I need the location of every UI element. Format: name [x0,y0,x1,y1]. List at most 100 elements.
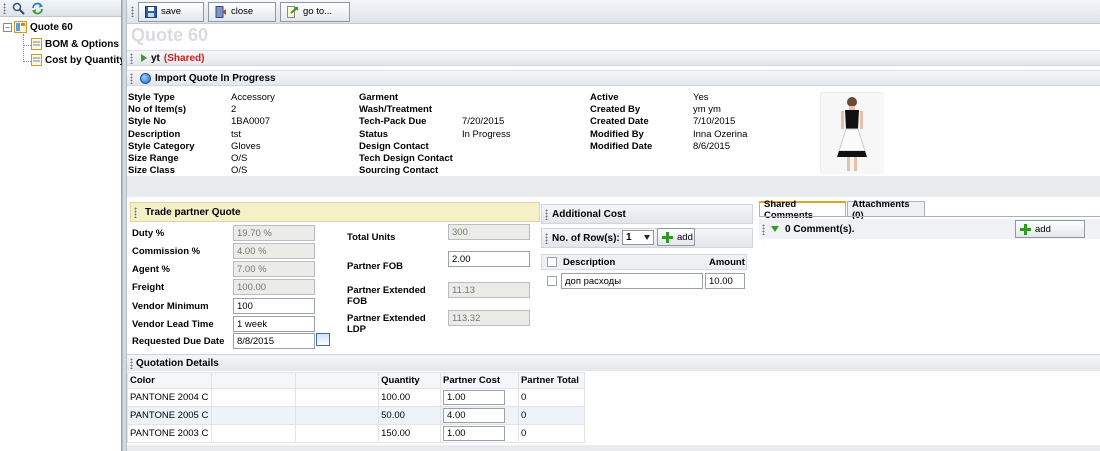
rows-label: No. of Row(s): [552,232,620,244]
floppy-disk-icon [145,5,157,18]
rows-count-select[interactable]: 1 [622,230,654,245]
info-label: Style Category [128,140,195,152]
row-checkbox[interactable] [547,276,557,286]
info-label: Active [590,92,619,103]
blank-cell [210,424,296,443]
select-all-checkbox[interactable] [547,257,557,267]
info-value: Yes [693,92,709,103]
partner-cost-input[interactable]: 1.00 [443,426,506,441]
tree-node-cost-by-quantity[interactable]: Cost by Quantity [31,54,125,66]
tp-field-input[interactable]: 100 [233,298,315,314]
info-value: 7/10/2015 [693,116,736,128]
tp-field-input: 113.32 [448,310,530,326]
tp-field-label: Agent % [132,264,170,275]
partner-cost-input[interactable]: 4.00 [443,408,506,423]
table-row: PANTONE 2003 C 150.00 1.00 0 [127,424,586,443]
tp-field-input[interactable]: 1 week [233,316,315,332]
tree-node-label: Quote 60 [30,21,73,33]
info-value: O/S [231,165,248,177]
cost-description-input[interactable]: доп расходы [561,273,703,289]
grip-icon [3,2,6,14]
section-separator [127,176,1100,197]
partner-total-cell: 0 [517,424,586,443]
info-label: Sourcing Contact [359,165,439,177]
import-status-label: Import Quote In Progress [155,72,276,84]
quotation-details-title: Quotation Details [136,357,219,369]
tp-field-input[interactable]: 8/8/2015 [233,333,315,349]
collapse-arrow-icon[interactable] [771,226,779,232]
grip-icon [545,232,548,244]
blank-cell [210,388,296,407]
bottom-fill [127,445,1100,451]
goto-label: go to... [303,6,333,17]
calendar-icon[interactable] [316,333,330,346]
partner-total-cell: 0 [517,388,586,407]
tree-connector [23,61,31,62]
tab-shared-comments[interactable]: Shared Comments [759,199,846,221]
info-label: Garment [359,92,399,103]
quantity-cell: 50.00 [378,406,442,425]
grip-icon [131,6,134,17]
info-value: ym ym [693,104,721,116]
save-button[interactable]: save [138,1,204,22]
tp-field-label: Duty % [132,228,165,239]
info-label: Design Contact [359,140,429,152]
tp-field-label: Vendor Minimum [132,301,209,312]
close-label: close [231,6,254,17]
document-icon [31,54,42,66]
cost-amount-input[interactable]: 10.00 [705,273,745,289]
model-dress-image [821,93,884,174]
globe-icon [140,72,151,84]
partner-cost-cell: 1.00 [440,388,519,407]
col-quantity: Quantity [378,372,442,389]
tp-field-input: 100.00 [233,279,315,295]
tp-field-label: LDP [347,324,366,335]
tp-field-label: Total Units [347,232,396,243]
col-blank-2 [294,372,380,389]
tp-field-label: Partner Extended [347,313,426,324]
info-value: 7/20/2015 [462,116,505,128]
col-blank-1 [210,372,296,389]
info-value: 1BA0007 [231,116,271,128]
search-icon[interactable] [12,2,25,15]
add-row-button[interactable]: add [657,228,695,246]
quantity-cell: 100.00 [378,388,442,407]
style-photo[interactable] [820,92,884,174]
plus-icon [662,231,673,243]
style-name: yt [151,52,160,64]
goto-arrow-icon [287,5,299,18]
style-bar[interactable]: yt (Shared) [127,50,1100,66]
goto-button[interactable]: go to... [280,1,350,22]
info-label: No of Item(s) [128,104,187,116]
col-color: Color [127,372,212,389]
color-cell: PANTONE 2003 C [127,424,212,443]
shared-badge: (Shared) [163,52,205,64]
info-value: O/S [231,153,248,164]
info-label: Modified Date [590,140,653,152]
partner-cost-input[interactable]: 1.00 [443,390,506,405]
blank-cell [294,388,380,407]
tp-field-label: Commission % [132,246,201,257]
main-panel: save close go to... Quote 60 yt (Shared)… [127,0,1100,451]
info-label: Tech Design Contact [359,153,453,164]
info-label: Tech-Pack Due [359,116,427,128]
expand-arrow-icon[interactable] [141,54,147,62]
col-partner-total: Partner Total [517,372,586,389]
tp-field-label: Requested Due Date [132,336,225,347]
tp-field-input[interactable]: 2.00 [448,251,530,267]
refresh-icon[interactable] [31,2,44,15]
blank-cell [294,406,380,425]
tree-node-quote[interactable]: − Quote 60 [3,21,73,33]
collapse-icon[interactable]: − [3,22,12,32]
tp-field-input: 4.00 % [233,243,315,259]
add-comment-button[interactable]: add [1015,220,1085,238]
info-value: Accessory [231,92,275,103]
grip-icon [130,72,133,84]
info-value: 8/6/2015 [693,140,730,152]
info-label: Wash/Treatment [359,104,433,116]
additional-cost-header: Additional Cost [541,204,753,224]
tab-attachments[interactable]: Attachments (0) [847,199,925,221]
close-button[interactable]: close [208,1,276,22]
tree-node-bom-options[interactable]: BOM & Options [31,38,119,50]
tp-field-label: Vendor Lead Time [132,319,214,330]
